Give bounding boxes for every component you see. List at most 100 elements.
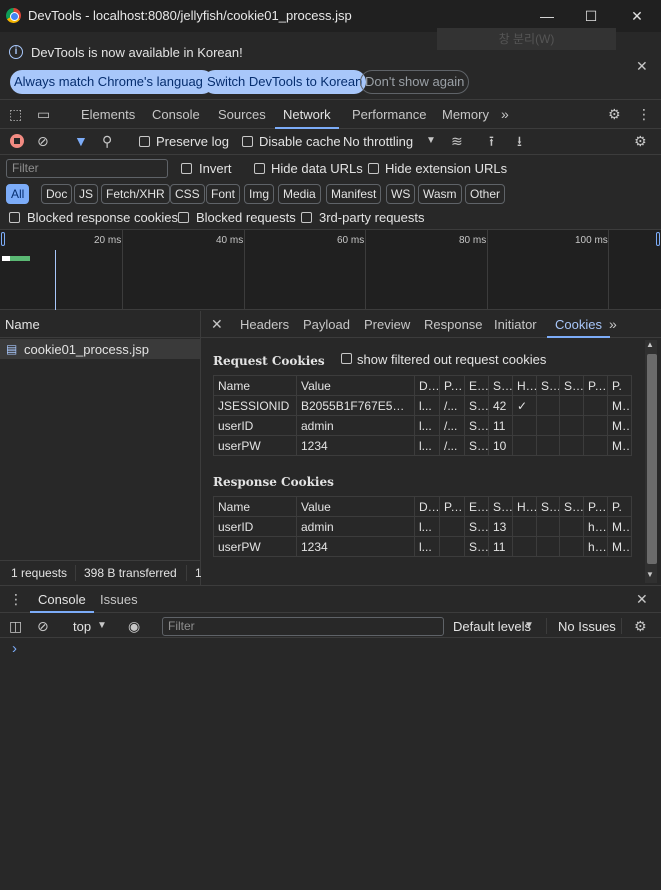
cookie-row[interactable]: userID admin l.../... S... 11 M...: [213, 415, 632, 436]
column-header[interactable]: P...: [583, 375, 608, 396]
chevron-down-icon[interactable]: ▼: [97, 618, 107, 634]
close-drawer-icon[interactable]: ✕: [636, 591, 648, 607]
type-filter-fetch-xhr[interactable]: Fetch/XHR: [101, 184, 170, 204]
invert-checkbox[interactable]: [181, 163, 192, 174]
blocked-requests-checkbox[interactable]: [178, 212, 189, 223]
detail-tab-initiator[interactable]: Initiator: [494, 311, 537, 338]
clear-icon[interactable]: ⊘: [37, 133, 49, 149]
column-header[interactable]: H...: [512, 496, 537, 517]
column-header[interactable]: P...: [583, 496, 608, 517]
type-filter-css[interactable]: CSS: [170, 184, 205, 204]
log-levels-select[interactable]: Default levels: [453, 619, 531, 634]
maximize-icon[interactable]: ☐: [581, 6, 601, 26]
column-header[interactable]: S...: [536, 496, 560, 517]
hide-data-urls-checkbox[interactable]: [254, 163, 265, 174]
network-settings-icon[interactable]: ⚙: [634, 133, 647, 149]
chevron-down-icon[interactable]: ▼: [426, 133, 436, 149]
close-window-icon[interactable]: ✕: [627, 6, 647, 26]
more-options-icon[interactable]: ⋮: [637, 106, 651, 122]
scroll-up-icon[interactable]: ▲: [646, 340, 654, 350]
type-filter-font[interactable]: Font: [206, 184, 241, 204]
hide-extension-urls-checkbox[interactable]: [368, 163, 379, 174]
drawer-tab-console[interactable]: Console: [30, 586, 94, 613]
type-filter-other[interactable]: Other: [465, 184, 506, 204]
drawer-menu-icon[interactable]: ⋮: [9, 591, 23, 607]
dont-show-again-button[interactable]: Don't show again: [360, 70, 470, 94]
tab-network[interactable]: Network: [275, 100, 339, 129]
import-har-icon[interactable]: ⭱: [489, 133, 494, 149]
third-party-checkbox[interactable]: [301, 212, 312, 223]
timeline-overview[interactable]: 20 ms 40 ms 60 ms 80 ms 100 ms: [0, 230, 661, 310]
column-header[interactable]: P...: [439, 496, 465, 517]
tab-sources[interactable]: Sources: [218, 100, 266, 129]
export-har-icon[interactable]: ⭳: [517, 133, 522, 149]
live-expression-eye-icon[interactable]: ◉: [128, 618, 140, 634]
column-header[interactable]: S...: [488, 496, 513, 517]
column-header[interactable]: D...: [414, 496, 440, 517]
column-header[interactable]: D...: [414, 375, 440, 396]
context-select[interactable]: top: [73, 619, 91, 634]
blocked-cookies-checkbox[interactable]: [9, 212, 20, 223]
column-header[interactable]: H...: [512, 375, 537, 396]
preserve-log-checkbox[interactable]: [139, 136, 150, 147]
detail-tab-headers[interactable]: Headers: [240, 311, 289, 338]
detail-tab-payload[interactable]: Payload: [303, 311, 350, 338]
minimize-icon[interactable]: —: [537, 6, 557, 26]
issues-count[interactable]: No Issues: [558, 619, 616, 634]
close-detail-icon[interactable]: ✕: [211, 316, 223, 332]
column-header[interactable]: Value: [296, 496, 415, 517]
column-header[interactable]: S...: [488, 375, 513, 396]
type-filter-manifest[interactable]: Manifest: [326, 184, 382, 204]
tab-console[interactable]: Console: [152, 100, 200, 129]
console-settings-icon[interactable]: ⚙: [634, 618, 647, 634]
settings-gear-icon[interactable]: ⚙: [608, 106, 621, 122]
detail-tab-response[interactable]: Response: [424, 311, 483, 338]
type-filter-img[interactable]: Img: [244, 184, 275, 204]
cookie-row[interactable]: JSESSIONID B2055B1F767E565... l.../... S...…: [213, 395, 632, 416]
request-name[interactable]: cookie01_process.jsp: [24, 342, 149, 357]
detail-tab-preview[interactable]: Preview: [364, 311, 410, 338]
cookie-row[interactable]: userPW 1234 l.../... S... 10 M...: [213, 435, 632, 456]
type-filter-ws[interactable]: WS: [386, 184, 416, 204]
clear-console-icon[interactable]: ⊘: [37, 618, 49, 634]
match-language-button[interactable]: Always match Chrome's language: [10, 70, 215, 94]
cookie-row[interactable]: userID admin l... S... 13 h... M...: [213, 516, 632, 537]
throttling-select[interactable]: No throttling: [343, 134, 413, 149]
record-stop-icon[interactable]: [10, 134, 24, 148]
more-detail-tabs-icon[interactable]: »: [609, 316, 617, 332]
column-header[interactable]: Name: [213, 496, 297, 517]
column-header[interactable]: Value: [296, 375, 415, 396]
column-header[interactable]: P.: [607, 496, 632, 517]
filter-icon[interactable]: ▼: [74, 133, 88, 149]
column-header[interactable]: E...: [464, 375, 489, 396]
tab-memory[interactable]: Memory: [442, 100, 489, 129]
type-filter-js[interactable]: JS: [74, 184, 99, 204]
inspect-element-icon[interactable]: ⬚: [9, 106, 22, 122]
type-filter-all[interactable]: All: [6, 184, 30, 204]
left-range-handle[interactable]: [1, 232, 5, 246]
tab-performance[interactable]: Performance: [352, 100, 426, 129]
type-filter-media[interactable]: Media: [278, 184, 321, 204]
type-filter-doc[interactable]: Doc: [41, 184, 73, 204]
switch-korean-button[interactable]: Switch DevTools to Korean: [203, 70, 367, 94]
device-toggle-icon[interactable]: ▭: [37, 106, 50, 122]
disable-cache-checkbox[interactable]: [242, 136, 253, 147]
right-range-handle[interactable]: [656, 232, 660, 246]
drawer-tab-issues[interactable]: Issues: [100, 586, 138, 613]
type-filter-wasm[interactable]: Wasm: [418, 184, 462, 204]
column-header[interactable]: P...: [439, 375, 465, 396]
tab-elements[interactable]: Elements: [81, 100, 135, 129]
column-header[interactable]: S...: [536, 375, 560, 396]
detail-tab-cookies[interactable]: Cookies: [547, 311, 610, 338]
scrollbar-thumb[interactable]: [647, 354, 657, 564]
filter-input[interactable]: Filter: [6, 159, 168, 178]
request-row[interactable]: ▤ cookie01_process.jsp: [0, 339, 200, 359]
column-header[interactable]: P.: [607, 375, 632, 396]
sidebar-toggle-icon[interactable]: ◫: [9, 618, 22, 634]
console-prompt-icon[interactable]: ›: [12, 640, 17, 657]
search-icon[interactable]: ⚲: [102, 133, 112, 149]
console-filter-input[interactable]: Filter: [162, 617, 444, 636]
cookie-row[interactable]: userPW 1234 l... S... 11 h... M...: [213, 536, 632, 557]
chevron-down-icon[interactable]: ▼: [524, 618, 534, 634]
network-conditions-icon[interactable]: ≋: [451, 133, 463, 149]
